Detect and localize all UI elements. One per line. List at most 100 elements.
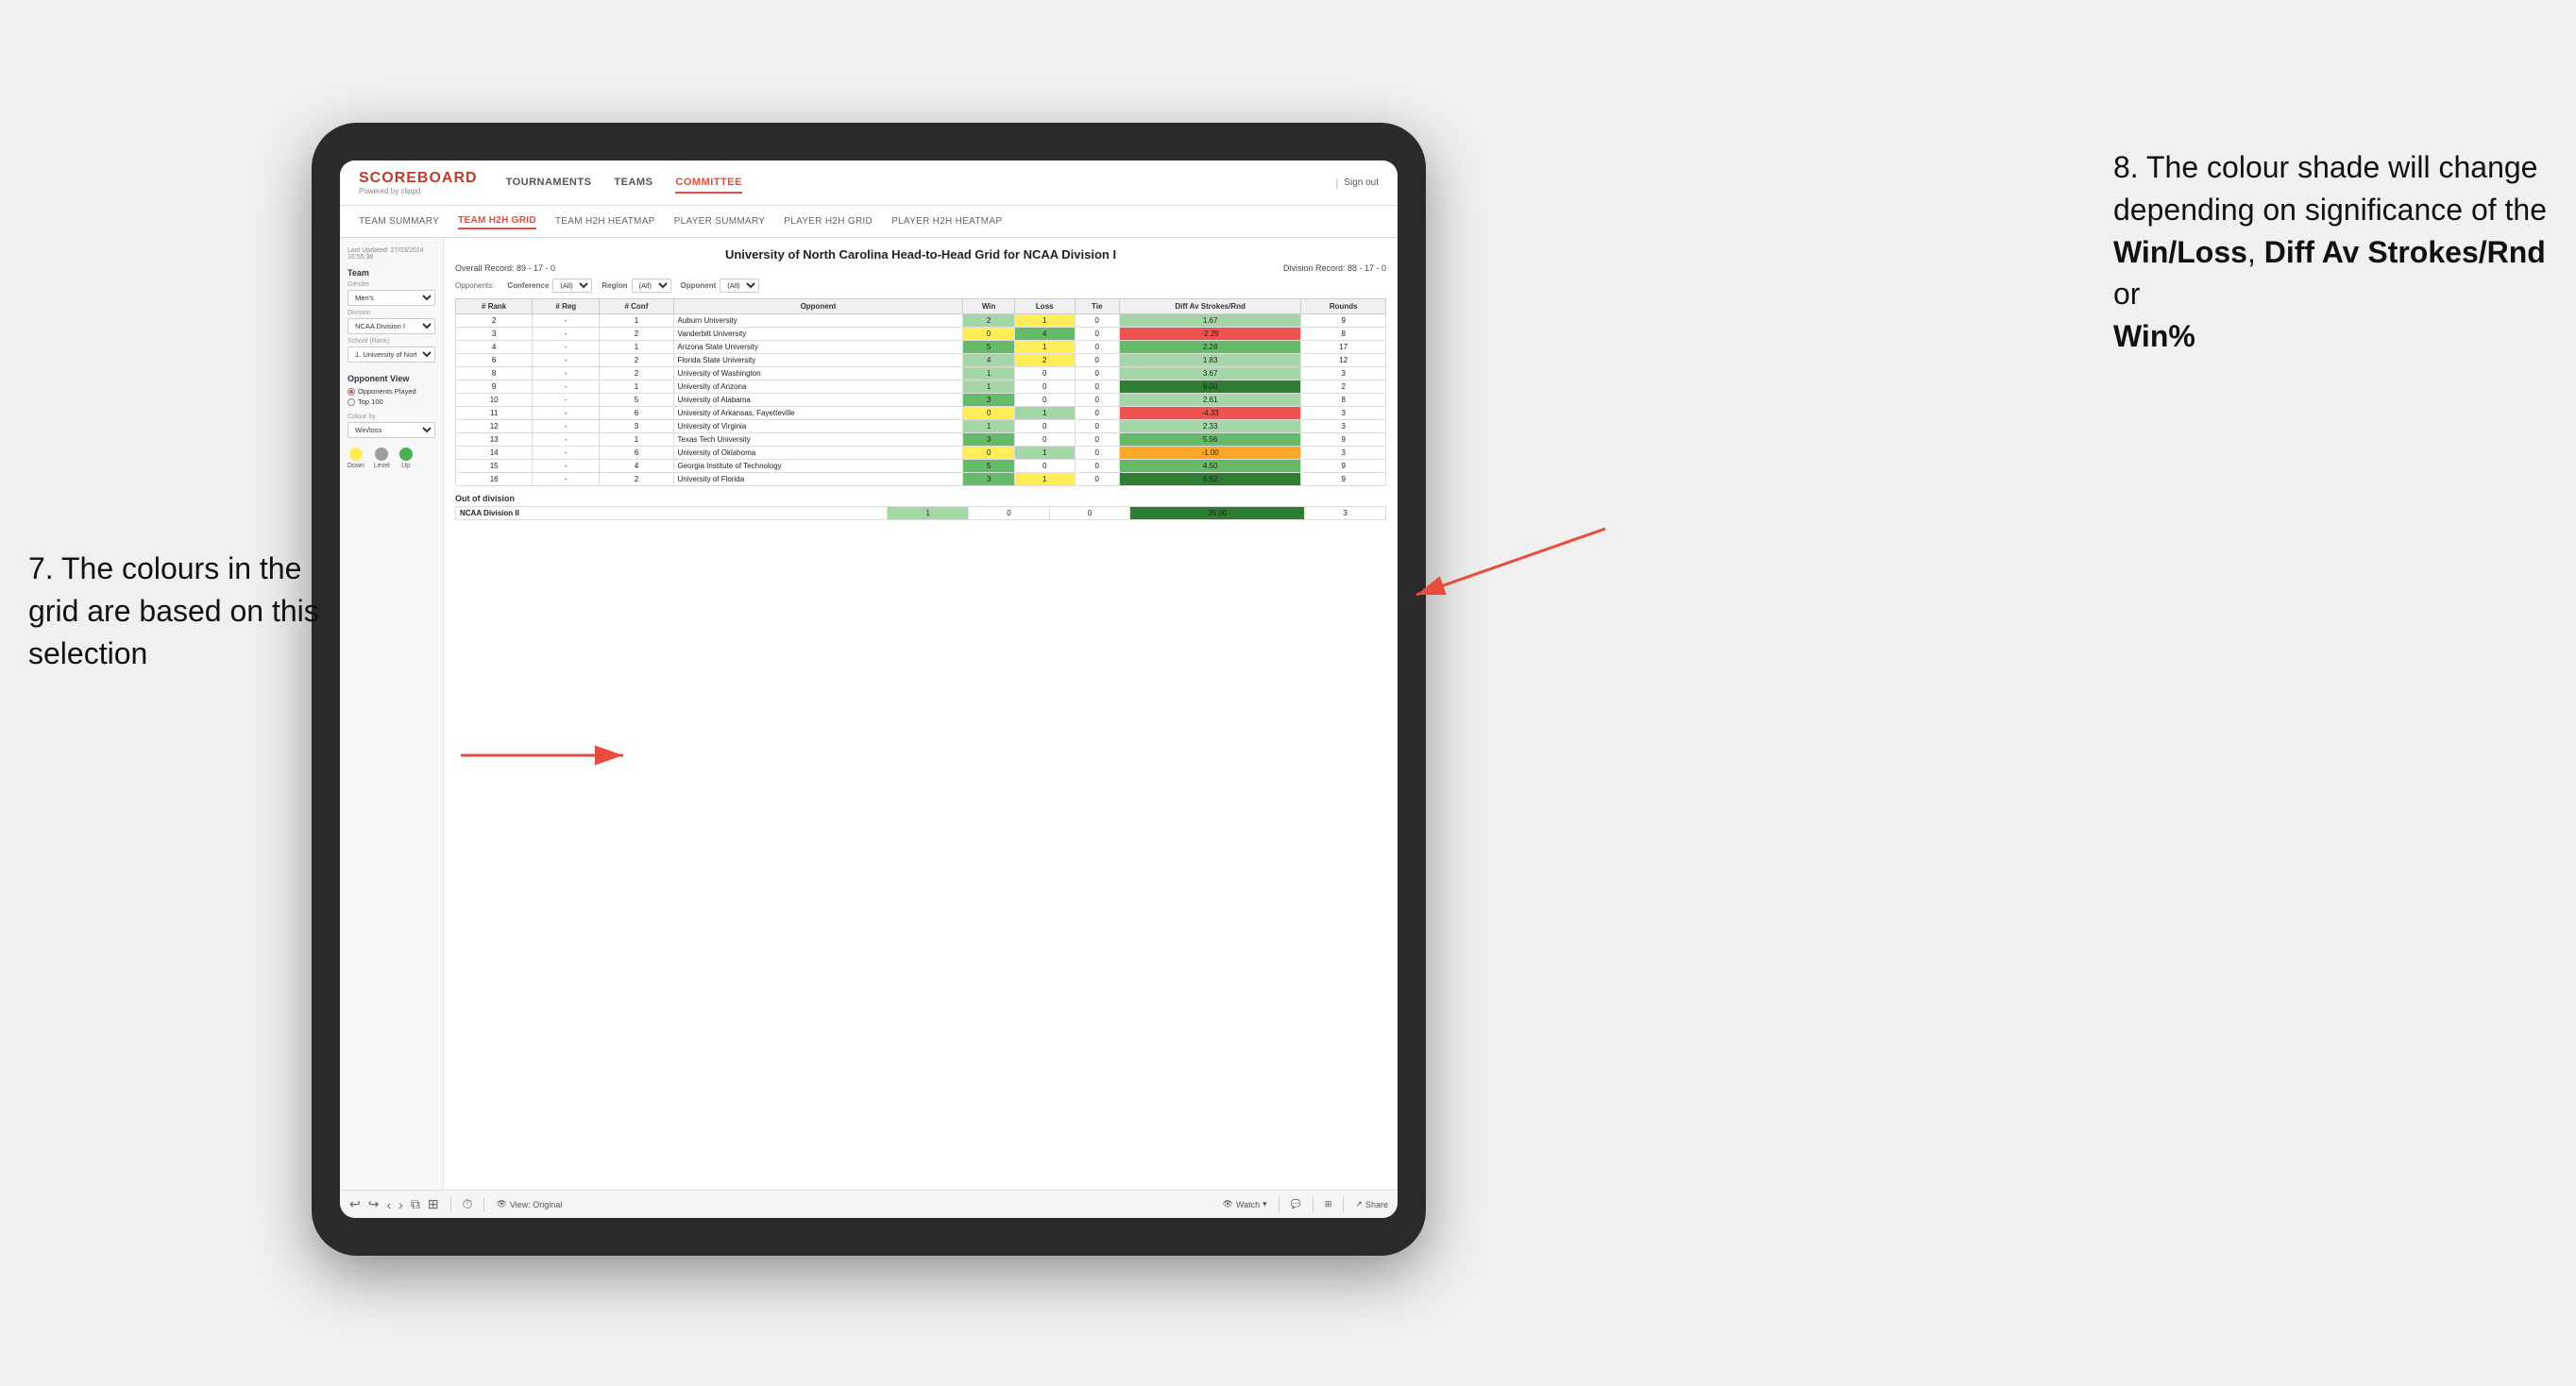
table-cell: 1 [963,420,1014,433]
overall-record: Overall Record: 89 - 17 - 0 [455,263,555,273]
table-cell: - [533,354,600,367]
legend-up-label: Up [401,463,410,469]
nav-committee[interactable]: COMMITTEE [675,173,742,194]
sub-nav-player-h2h-heatmap[interactable]: PLAYER H2H HEATMAP [891,214,1002,228]
table-cell: 2.33 [1119,420,1301,433]
report-title: University of North Carolina Head-to-Hea… [455,247,1386,262]
table-cell: 9.00 [1119,380,1301,394]
conference-label: Conference [507,281,549,290]
main-content: Last Updated: 27/03/2024 16:55:38 Team G… [340,238,1398,1190]
sub-nav-player-h2h-grid[interactable]: PLAYER H2H GRID [784,214,873,228]
table-cell: 0 [1014,433,1075,447]
table-cell: 3 [1301,407,1386,420]
legend-down-label: Down [347,463,364,469]
table-cell: 0 [1075,433,1119,447]
nav-teams[interactable]: TEAMS [614,173,652,194]
annotation-winloss: Win/Loss [2113,235,2247,269]
table-cell: 5 [963,460,1014,473]
table-cell: 3 [963,433,1014,447]
table-cell: 0 [1014,460,1075,473]
table-cell: 0 [1014,394,1075,407]
colour-by-select[interactable]: Win/loss [347,422,435,438]
nav-tournaments[interactable]: TOURNAMENTS [506,173,592,194]
share-button[interactable]: ↗ Share [1355,1199,1388,1209]
region-select[interactable]: (All) [632,279,671,293]
table-cell: 0 [1075,394,1119,407]
view-original-button[interactable]: 👁 View: Original [496,1199,562,1209]
sub-nav-team-h2h-grid[interactable]: TEAM H2H GRID [458,213,536,229]
redo-button[interactable]: ↪ [368,1196,380,1212]
col-reg: # Reg [533,299,600,314]
logo-area: SCOREBOARD Powered by clippd [359,170,478,195]
table-cell: 2.61 [1119,394,1301,407]
sub-nav-team-summary[interactable]: TEAM SUMMARY [359,214,439,228]
table-cell: 1 [963,367,1014,380]
opponents-filter-label: Opponents: [455,281,494,290]
table-cell: 9 [456,380,533,394]
region-filter: Region (All) [602,279,670,293]
top100-radio[interactable]: Top 100 [347,397,435,406]
col-win: Win [963,299,1014,314]
table-cell: 6.62 [1119,473,1301,486]
school-select[interactable]: 1. University of Nort... [347,346,435,363]
sub-nav-team-h2h-heatmap[interactable]: TEAM H2H HEATMAP [555,214,655,228]
back-button[interactable]: ‹ [386,1197,391,1212]
table-cell: 0 [1075,341,1119,354]
paste-button[interactable]: ⊞ [428,1196,439,1212]
table-cell: - [533,460,600,473]
col-rank: # Rank [456,299,533,314]
legend-up: Up [399,448,413,469]
table-cell: 1 [600,433,673,447]
comment-button[interactable]: 💬 [1291,1199,1301,1209]
report-records: Overall Record: 89 - 17 - 0 Division Rec… [455,263,1386,273]
clock-button[interactable]: ⏱ [463,1196,473,1212]
gender-select[interactable]: Men's [347,290,435,306]
conference-select[interactable]: (All) [552,279,592,293]
legend-down-circle [349,448,363,461]
table-cell: 2 [963,314,1014,328]
table-cell: 0 [1075,367,1119,380]
table-cell: 0 [1075,460,1119,473]
division-label: Division [347,310,435,316]
watch-button[interactable]: 👁 Watch ▾ [1223,1199,1267,1209]
data-table: # Rank # Reg # Conf Opponent Win Loss Ti… [455,298,1386,486]
table-cell: 3 [963,394,1014,407]
table-cell: University of Arkansas, Fayetteville [673,407,963,420]
sub-nav-player-summary[interactable]: PLAYER SUMMARY [674,214,766,228]
table-cell: 8 [456,367,533,380]
ood-tie: 0 [1049,507,1130,520]
table-cell: 1 [600,341,673,354]
table-cell: 4 [600,460,673,473]
table-cell: 2 [600,473,673,486]
table-cell: 15 [456,460,533,473]
opponents-played-dot [347,388,355,396]
legend-level: Level [374,448,390,469]
table-cell: University of Washington [673,367,963,380]
nav-items: TOURNAMENTS TEAMS COMMITTEE [506,173,921,194]
forward-button[interactable]: › [398,1197,403,1212]
opponent-filter: Opponent (All) [681,279,760,293]
table-cell: 1 [1014,447,1075,460]
table-cell: Georgia Institute of Technology [673,460,963,473]
col-opponent: Opponent [673,299,963,314]
region-label: Region [602,281,627,290]
grid-button[interactable]: ⊞ [1325,1199,1332,1209]
toolbar: ↩ ↪ ‹ › ⧉ ⊞ ⏱ 👁 View: Original 👁 Watch ▾… [340,1190,1398,1218]
copy-button[interactable]: ⧉ [411,1196,420,1212]
opponent-select[interactable]: (All) [720,279,759,293]
table-cell: 1 [1014,314,1075,328]
sign-out-link[interactable]: Sign out [1344,177,1379,188]
top100-dot [347,398,355,406]
division-select[interactable]: NCAA Division I [347,318,435,334]
undo-button[interactable]: ↩ [349,1196,361,1212]
table-cell: Vanderbilt University [673,328,963,341]
opponents-played-radio[interactable]: Opponents Played [347,387,435,396]
out-of-division-table: NCAA Division II 1 0 0 26.00 3 [455,506,1386,520]
table-cell: 2.28 [1119,341,1301,354]
report-header: University of North Carolina Head-to-Hea… [455,247,1386,273]
table-cell: 12 [1301,354,1386,367]
gender-label: Gender [347,281,435,288]
table-cell: 1 [963,380,1014,394]
table-cell: 0 [1075,354,1119,367]
out-of-division-row: NCAA Division II 1 0 0 26.00 3 [456,507,1386,520]
